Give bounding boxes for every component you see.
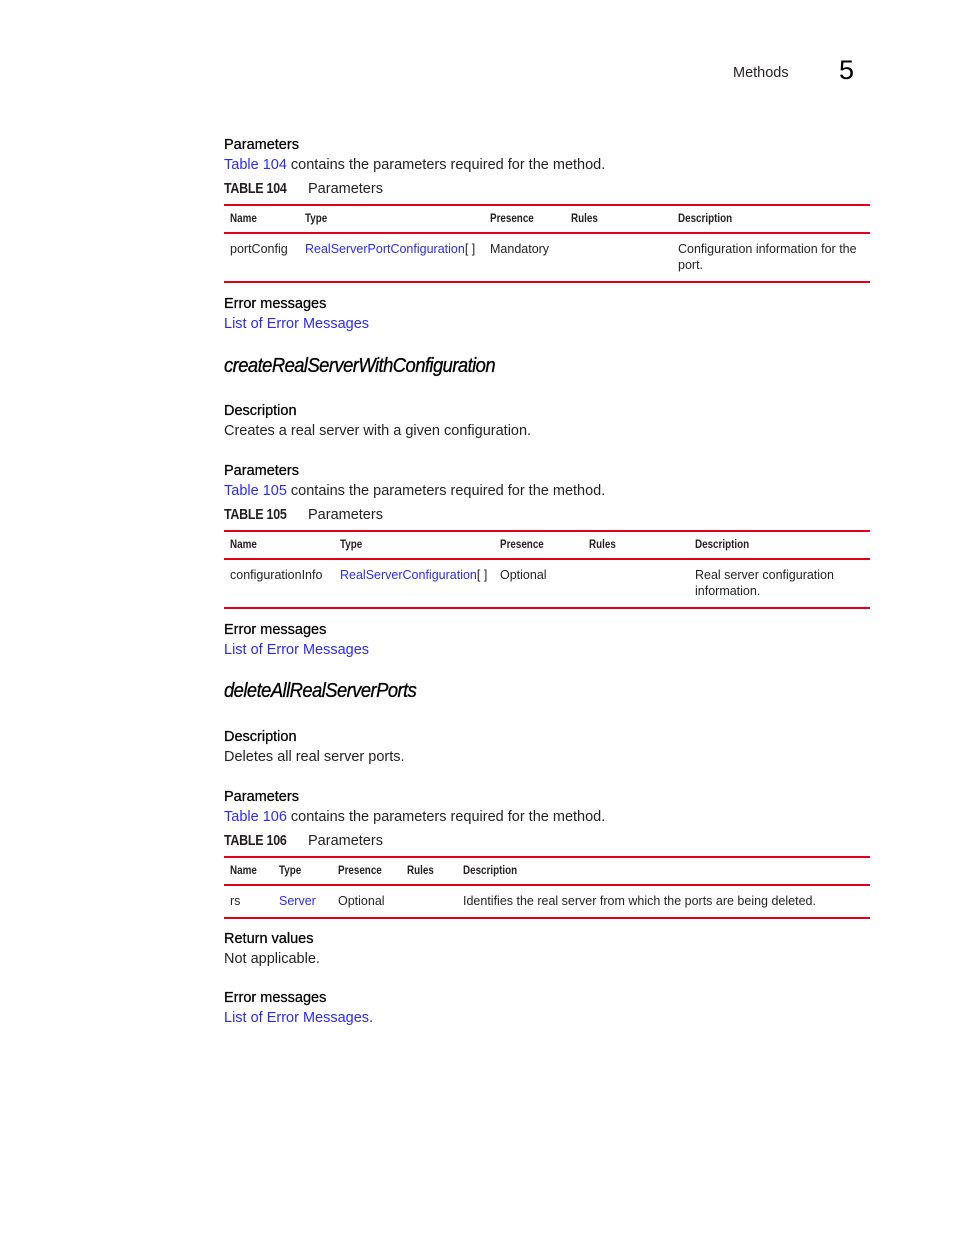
table-104: Name Type Presence Rules Description por… [224,204,870,283]
description-block-2: Description Creates a real server with a… [224,401,531,442]
col-type: Type [305,211,328,225]
table-header-row: Name Type Presence Rules Description [224,205,870,233]
col-presence: Presence [500,537,544,551]
cell-name: rs [230,894,241,908]
description-heading: Description [224,403,297,419]
col-description: Description [463,863,518,877]
table-number: TABLE 105 [224,507,287,523]
cell-type: Server [273,885,332,918]
col-description: Description [695,537,750,551]
col-presence: Presence [490,211,534,225]
description-heading: Description [224,729,297,745]
parameters-intro: Table 105 contains the parameters requir… [224,483,606,499]
cell-name: configurationInfo [230,568,323,582]
error-messages-link[interactable]: List of Error Messages [224,316,369,332]
col-rules: Rules [571,211,598,225]
table-105-link[interactable]: Table 105 [224,483,287,499]
error-messages-heading: Error messages [224,990,327,1006]
cell-rules [401,885,457,918]
error-messages-block-2: Error messages List of Error Messages [224,620,369,661]
table-header-row: Name Type Presence Rules Description [224,857,870,885]
cell-name: portConfig [230,242,288,256]
error-messages-block-3: Error messages List of Error Messages. [224,990,374,1026]
table-caption: TABLE 105 Parameters [224,505,605,525]
type-link[interactable]: RealServerPortConfiguration [305,242,465,256]
cell-description: Real server configuration information. [695,568,834,598]
parameters-intro: Table 104 contains the parameters requir… [224,157,606,173]
error-messages-heading: Error messages [224,296,327,312]
col-rules: Rules [407,863,434,877]
method-title: deleteAllRealServerPorts [224,680,417,702]
col-name: Name [230,211,257,225]
description-block-3: Description Deletes all real server port… [224,727,405,768]
error-messages-link[interactable]: List of Error Messages [224,1010,369,1026]
method-section-delete: deleteAllRealServerPorts [224,680,433,703]
table-104-link[interactable]: Table 104 [224,157,287,173]
method-title: createRealServerWithConfiguration [224,355,496,377]
header-chapter-number: 5 [839,55,855,85]
return-values-text: Not applicable. [224,951,320,967]
cell-description: Configuration information for the port. [678,242,857,272]
col-type: Type [279,863,302,877]
cell-type: RealServerPortConfiguration[ ] [305,242,476,256]
return-values-block: Return values Not applicable. [224,929,320,970]
error-messages-link[interactable]: List of Error Messages [224,642,369,658]
type-link[interactable]: RealServerConfiguration [340,568,477,582]
table-header-row: Name Type Presence Rules Description [224,531,870,559]
cell-rules [565,233,672,282]
cell-description: Identifies the real server from which th… [463,894,816,908]
col-name: Name [230,863,257,877]
parameters-block-2: Parameters Table 105 contains the parame… [224,461,605,525]
table-row: rs Server Optional Identifies the real s… [224,885,870,918]
table-row: portConfig RealServerPortConfiguration[ … [224,233,870,282]
cell-presence: Optional [500,568,547,582]
error-messages-heading: Error messages [224,622,327,638]
col-description: Description [678,211,733,225]
type-link[interactable]: Server [279,894,316,908]
table-caption: TABLE 104 Parameters [224,179,605,199]
return-values-heading: Return values [224,931,314,947]
table-106: Name Type Presence Rules Description rs … [224,856,870,919]
header-section-title: Methods [733,65,789,81]
table-title: Parameters [308,507,383,523]
parameters-intro: Table 106 contains the parameters requir… [224,809,606,825]
col-name: Name [230,537,257,551]
error-messages-block-1: Error messages List of Error Messages [224,294,369,335]
table-105: Name Type Presence Rules Description con… [224,530,870,609]
table-number: TABLE 104 [224,181,287,197]
description-text: Deletes all real server ports. [224,749,405,765]
cell-presence: Mandatory [490,242,550,256]
parameters-heading: Parameters [224,789,299,805]
table-title: Parameters [308,181,383,197]
col-type: Type [340,537,363,551]
parameters-heading: Parameters [224,137,299,153]
col-rules: Rules [589,537,616,551]
table-number: TABLE 106 [224,833,287,849]
cell-presence: Optional [338,894,385,908]
parameters-heading: Parameters [224,463,299,479]
cell-rules [583,559,689,608]
parameters-block-3: Parameters Table 106 contains the parame… [224,787,605,851]
table-row: configurationInfo RealServerConfiguratio… [224,559,870,608]
parameters-block-1: Parameters Table 104 contains the parame… [224,135,605,199]
col-presence: Presence [338,863,382,877]
description-text: Creates a real server with a given confi… [224,423,532,439]
table-caption: TABLE 106 Parameters [224,831,605,851]
cell-type: RealServerConfiguration[ ] [340,568,488,582]
table-106-link[interactable]: Table 106 [224,809,287,825]
table-title: Parameters [308,833,383,849]
method-section-create: createRealServerWithConfiguration [224,355,519,378]
